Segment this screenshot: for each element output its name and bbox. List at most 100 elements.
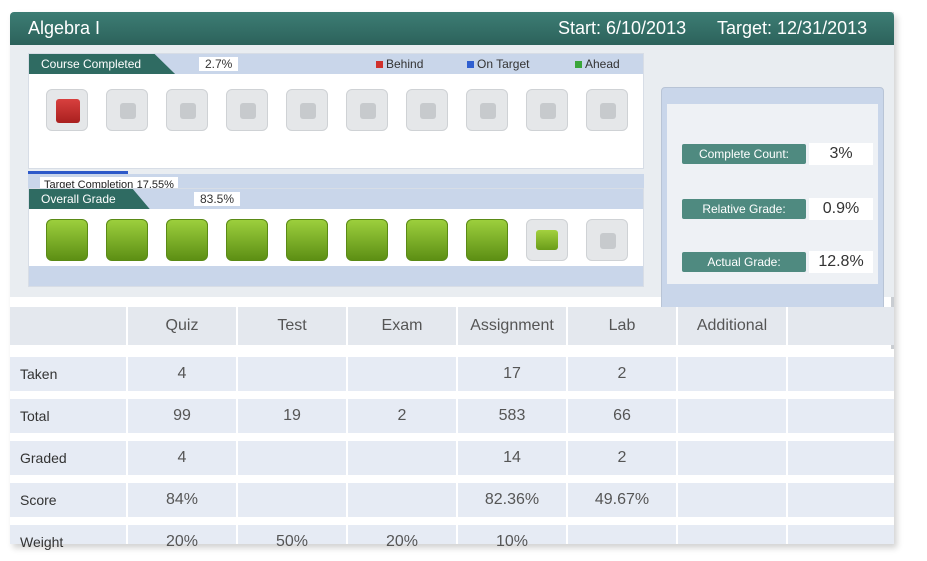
- course-completed-panel: Course Completed 2.7% Behind On Target A…: [28, 53, 644, 169]
- grade-box-4: [226, 219, 268, 261]
- grade-box-9: [526, 219, 568, 261]
- complete-count-label: Complete Count:: [682, 144, 806, 164]
- table-row-score: Score 84% 82.36% 49.67%: [10, 483, 894, 517]
- grade-box-2: [106, 219, 148, 261]
- table-cell-weight-assignment: 10%: [456, 525, 566, 550]
- legend-behind-swatch: [376, 61, 383, 68]
- table-cell-weight-exam: 20%: [346, 525, 456, 550]
- completion-box-3: [166, 89, 208, 131]
- legend-on-target: On Target: [467, 57, 529, 71]
- grade-box-6: [346, 219, 388, 261]
- table-cell-total-assignment: 583: [456, 399, 566, 433]
- complete-count-value: 3%: [809, 143, 873, 165]
- table-cell-weight-quiz: 20%: [126, 525, 236, 550]
- table-cell-total-exam: 2: [346, 399, 456, 433]
- target-date: Target: 12/31/2013: [717, 18, 868, 38]
- overall-grade-percent: 83.5%: [194, 192, 241, 206]
- table-row-total: Total 99 19 2 583 66: [10, 399, 894, 433]
- table-cell-taken-test: [236, 357, 346, 391]
- start-date: Start: 6/10/2013: [558, 18, 687, 38]
- table-cell-graded-lab: 2: [566, 441, 676, 475]
- table-cell-graded-exam: [346, 441, 456, 475]
- row-gap: [10, 517, 894, 525]
- legend-ahead: Ahead: [575, 57, 620, 71]
- table-corner-cell: [10, 307, 126, 345]
- course-card: Algebra I Start: 6/10/2013 Target: 12/31…: [10, 12, 894, 550]
- course-title: Algebra I: [28, 18, 101, 38]
- table-cell-weight-lab: [566, 525, 676, 544]
- overall-grade-panel: Overall Grade 83.5%: [28, 188, 644, 287]
- course-header: Algebra I Start: 6/10/2013 Target: 12/31…: [10, 12, 894, 45]
- table-cell-taken-assignment: 17: [456, 357, 566, 391]
- column-header-lab: Lab: [566, 307, 676, 345]
- row-gap: [10, 349, 894, 357]
- grade-box-10: [586, 219, 628, 261]
- overall-grade-tab: Overall Grade: [29, 189, 150, 209]
- overall-grade-header: Overall Grade 83.5%: [29, 189, 643, 209]
- legend-behind: Behind: [376, 57, 423, 71]
- actual-grade-value: 12.8%: [809, 251, 873, 273]
- column-header-assignment: Assignment: [456, 307, 566, 345]
- table-spacer-cell: [786, 483, 892, 517]
- progress-area: Course Completed 2.7% Behind On Target A…: [10, 45, 894, 311]
- completion-box-7: [406, 89, 448, 131]
- relative-grade-value: 0.9%: [809, 198, 873, 220]
- completion-box-6: [346, 89, 388, 131]
- row-gap: [10, 391, 894, 399]
- grade-box-8: [466, 219, 508, 261]
- legend-on-target-label: On Target: [477, 57, 530, 71]
- table-header-row: Quiz Test Exam Assignment Lab Additional: [10, 307, 894, 345]
- actual-grade-label: Actual Grade:: [682, 252, 806, 272]
- table-cell-taken-additional: [676, 357, 786, 391]
- relative-grade-label: Relative Grade:: [682, 199, 806, 219]
- table-cell-total-lab: 66: [566, 399, 676, 433]
- column-header-exam: Exam: [346, 307, 456, 345]
- table-cell-score-assignment: 82.36%: [456, 483, 566, 517]
- table-cell-total-quiz: 99: [126, 399, 236, 433]
- row-label-graded: Graded: [20, 450, 67, 466]
- row-label-score: Score: [20, 492, 57, 508]
- column-header-additional: Additional: [676, 307, 786, 345]
- table-cell-total-test: 19: [236, 399, 346, 433]
- table-cell-graded-additional: [676, 441, 786, 475]
- row-label-weight: Weight: [20, 534, 64, 550]
- table-cell-taken-exam: [346, 357, 456, 391]
- row-label-total: Total: [20, 408, 50, 424]
- course-completed-percent: 2.7%: [199, 57, 239, 71]
- table-cell-taken-lab: 2: [566, 357, 676, 391]
- table-cell-weight-additional: [676, 525, 786, 544]
- grade-box-1: [46, 219, 88, 261]
- table-spacer-cell: [786, 441, 892, 475]
- table-row-weight: Weight 20% 50% 20% 10%: [10, 525, 894, 550]
- grade-boxes: [46, 219, 628, 261]
- completion-boxes: [46, 89, 628, 131]
- table-cell-score-test: [236, 483, 346, 517]
- table-spacer-cell: [786, 399, 892, 433]
- table-spacer-cell: [786, 357, 892, 391]
- grade-stats-panel: Complete Count: 3% Relative Grade: 0.9% …: [661, 87, 884, 311]
- table-cell-score-exam: [346, 483, 456, 517]
- legend-ahead-swatch: [575, 61, 582, 68]
- legend-behind-label: Behind: [386, 57, 424, 71]
- course-completed-header: Course Completed 2.7% Behind On Target A…: [29, 54, 643, 74]
- table-row-graded: Graded 4 14 2: [10, 441, 894, 475]
- overall-grade-footer: [29, 266, 643, 286]
- course-completed-tab: Course Completed: [29, 54, 176, 74]
- table-cell-total-additional: [676, 399, 786, 433]
- grade-box-5: [286, 219, 328, 261]
- completion-box-4: [226, 89, 268, 131]
- column-header-quiz: Quiz: [126, 307, 236, 345]
- completion-box-2: [106, 89, 148, 131]
- row-gap: [10, 475, 894, 483]
- completion-box-9: [526, 89, 568, 131]
- table-cell-graded-quiz: 4: [126, 441, 236, 475]
- completion-box-1: [46, 89, 88, 131]
- completion-box-10: [586, 89, 628, 131]
- legend-on-target-swatch: [467, 61, 474, 68]
- column-header-test: Test: [236, 307, 346, 345]
- legend-ahead-label: Ahead: [585, 57, 620, 71]
- table-cell-score-additional: [676, 483, 786, 517]
- row-gap: [10, 433, 894, 441]
- table-row-taken: Taken 4 17 2: [10, 357, 894, 391]
- table-spacer-cell: [786, 525, 892, 544]
